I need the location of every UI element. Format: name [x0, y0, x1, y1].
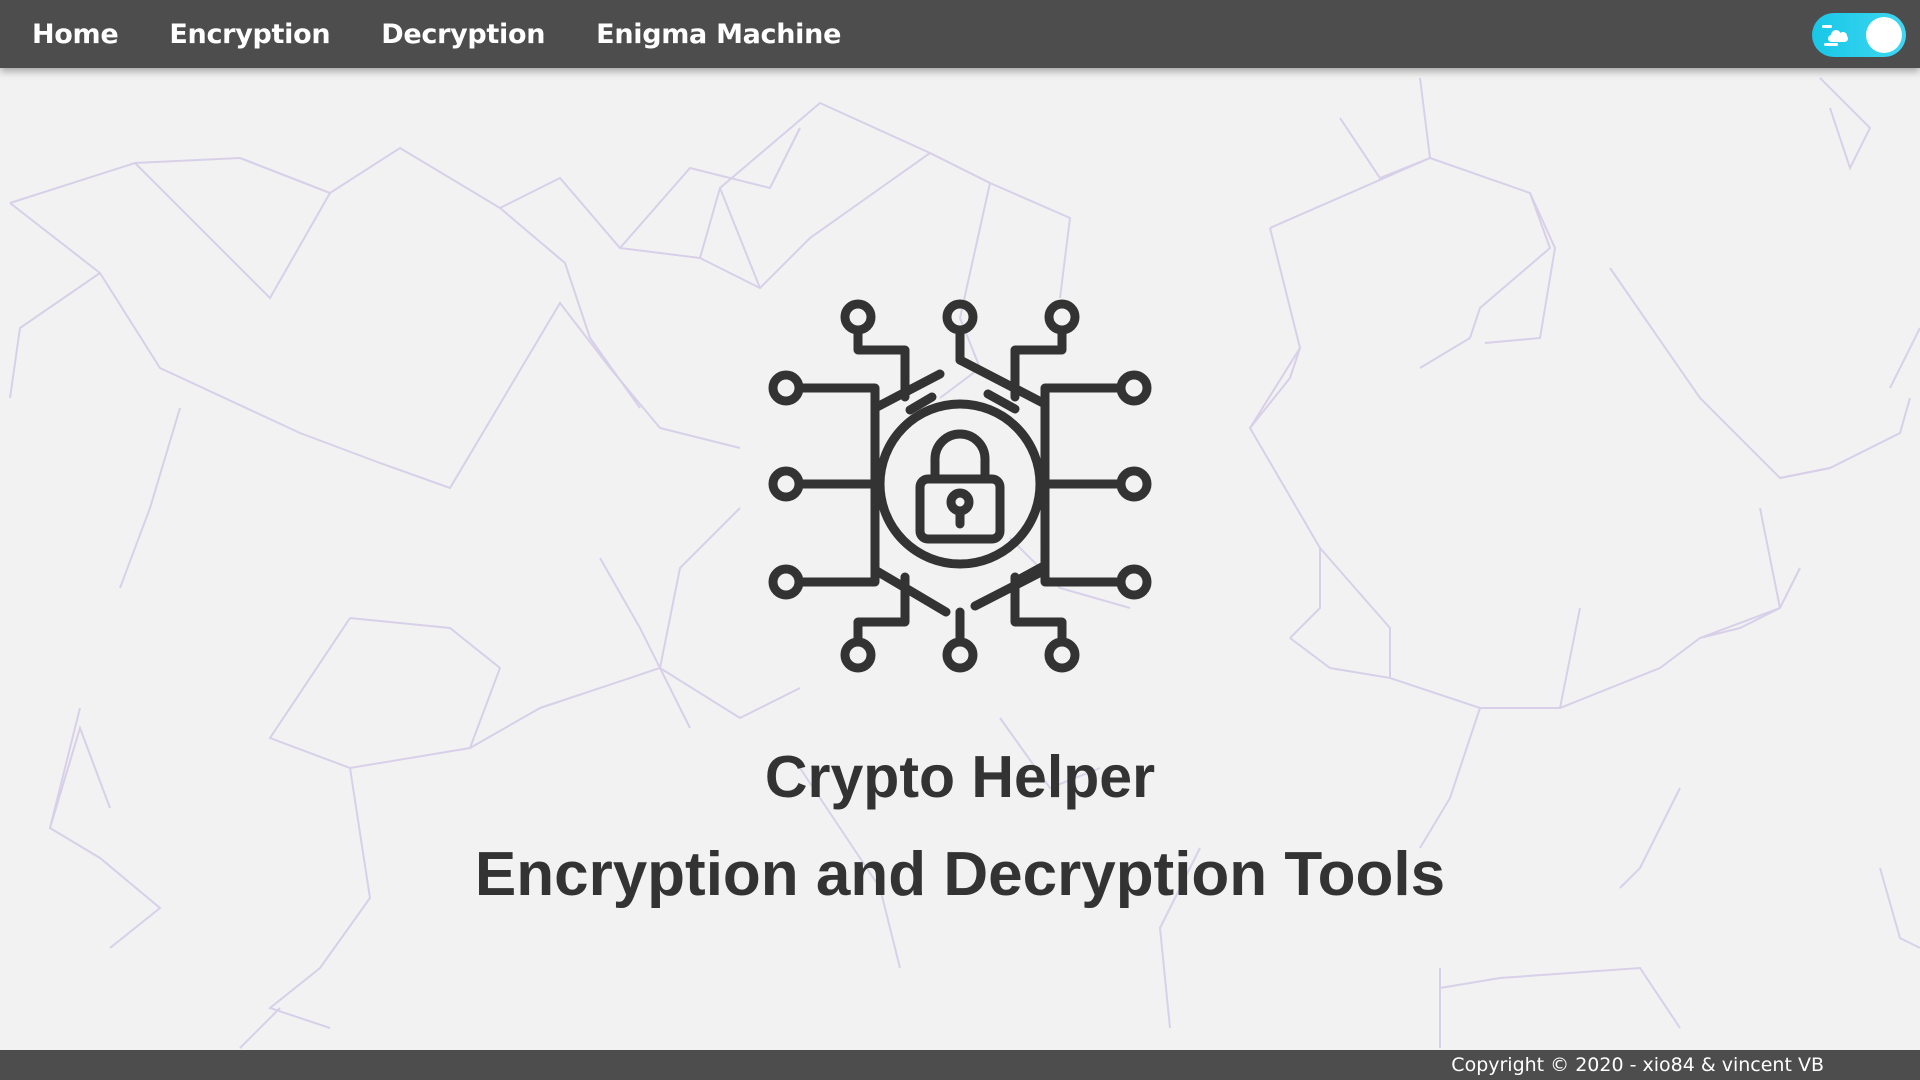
- footer: Copyright © 2020 - xio84 & vincent VB: [0, 1050, 1920, 1080]
- nav-menu: Home Encryption Decryption Enigma Machin…: [0, 0, 892, 68]
- hero-title: Crypto Helper: [764, 744, 1156, 810]
- nav-item-decryption[interactable]: Decryption: [381, 19, 545, 50]
- copyright-text: Copyright © 2020 - xio84 & vincent VB: [1451, 1054, 1824, 1076]
- toggle-knob: [1866, 17, 1902, 53]
- cyber-lock-circuit-icon: [768, 299, 1152, 673]
- hero-subtitle: Encryption and Decryption Tools: [474, 840, 1446, 909]
- top-navbar: Home Encryption Decryption Enigma Machin…: [0, 0, 1920, 68]
- hero-section: Crypto Helper Encryption and Decryption …: [0, 68, 1920, 1050]
- theme-toggle-switch[interactable]: [1812, 13, 1906, 57]
- nav-item-enigma-machine[interactable]: Enigma Machine: [596, 19, 841, 50]
- nav-item-encryption[interactable]: Encryption: [169, 19, 330, 50]
- page: Home Encryption Decryption Enigma Machin…: [0, 0, 1920, 1080]
- nav-item-home[interactable]: Home: [32, 19, 119, 50]
- cloud-icon: [1822, 25, 1848, 46]
